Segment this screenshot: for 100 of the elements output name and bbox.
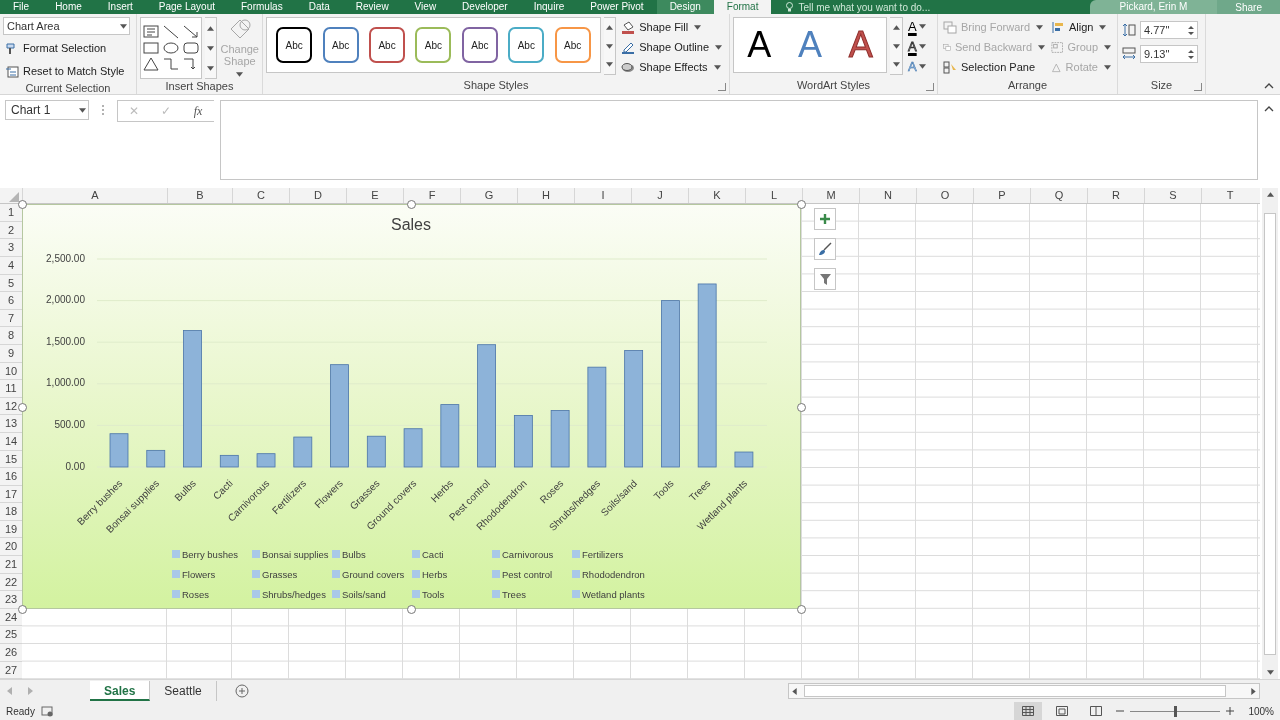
legend-item[interactable]: Flowers <box>172 569 216 581</box>
shape-style-swatch[interactable]: Abc <box>508 27 545 63</box>
resize-handle[interactable] <box>407 605 416 615</box>
column-header[interactable]: Q <box>1030 188 1087 204</box>
shape-styles-gallery[interactable]: Abc Abc Abc Abc Abc Abc Abc <box>266 17 601 73</box>
ribbon-tab[interactable]: File <box>0 0 43 14</box>
bar[interactable] <box>550 410 570 468</box>
bar[interactable] <box>661 300 680 468</box>
legend-item[interactable]: Roses <box>172 589 209 601</box>
resize-handle[interactable] <box>407 200 416 210</box>
wordart-style[interactable]: A <box>848 25 873 65</box>
column-header[interactable]: G <box>460 188 517 204</box>
column-header[interactable]: B <box>167 188 232 204</box>
column-header[interactable]: J <box>631 188 688 204</box>
previous-sheet-icon[interactable] <box>7 687 13 696</box>
shape-style-swatch[interactable]: Abc <box>322 27 359 63</box>
row-header[interactable]: 20 <box>0 538 22 557</box>
resize-handle[interactable] <box>797 605 806 615</box>
ribbon-tab[interactable]: Design <box>656 0 714 14</box>
chart-element-dropdown[interactable]: Chart Area <box>3 17 130 35</box>
dialog-launcher-icon[interactable] <box>926 83 934 91</box>
zoom-out-icon[interactable] <box>1116 707 1124 715</box>
row-header[interactable]: 8 <box>0 327 22 345</box>
text-format-button[interactable]: A <box>906 37 930 55</box>
ribbon-tab[interactable]: Data <box>295 0 343 14</box>
row-header[interactable]: 25 <box>0 626 22 645</box>
wordart-style[interactable]: A <box>797 25 822 65</box>
collapse-ribbon-icon[interactable] <box>1264 83 1274 89</box>
legend-item[interactable]: Cacti <box>412 549 444 561</box>
zoom-in-icon[interactable] <box>1226 707 1234 715</box>
ribbon-command-button[interactable]: Shape Effects <box>619 57 726 77</box>
legend-item[interactable]: Berry bushes <box>172 549 238 561</box>
shape-width-field[interactable]: 9.13" <box>1140 45 1198 63</box>
ribbon-tab[interactable]: Developer <box>449 0 521 14</box>
add-sheet-icon[interactable] <box>234 684 249 699</box>
chart-filters-button[interactable] <box>814 268 836 291</box>
ribbon-tab[interactable]: Formulas <box>228 0 296 14</box>
shape-height-field[interactable]: 4.77" <box>1140 21 1198 39</box>
bar[interactable] <box>146 450 166 468</box>
bar[interactable] <box>587 366 607 468</box>
legend-item[interactable]: Fertilizers <box>572 549 624 561</box>
column-header[interactable]: P <box>973 188 1030 204</box>
column-header[interactable]: T <box>1201 188 1258 204</box>
ribbon-command-button[interactable]: Shape Fill <box>619 17 726 37</box>
ribbon-tab[interactable]: Home <box>42 0 95 14</box>
normal-view-button[interactable] <box>1014 702 1042 720</box>
ribbon-tab[interactable]: View <box>401 0 450 14</box>
ribbon-tab[interactable]: Power Pivot <box>577 0 657 14</box>
row-header[interactable]: 3 <box>0 239 22 257</box>
shape-style-swatch[interactable]: Abc <box>369 27 406 63</box>
row-header[interactable]: 26 <box>0 644 22 662</box>
bar[interactable] <box>183 330 202 468</box>
row-header[interactable]: 16 <box>0 468 22 486</box>
ribbon-tab[interactable]: Review <box>342 0 402 14</box>
collapse-formula-bar-icon[interactable] <box>1264 106 1274 112</box>
ribbon-command-button[interactable]: Shape Outline <box>619 37 726 57</box>
bar[interactable] <box>403 428 423 468</box>
ribbon-tab[interactable]: Format <box>713 0 772 14</box>
chart-styles-button[interactable] <box>814 238 836 261</box>
shapes-gallery[interactable] <box>140 17 203 79</box>
ribbon-command-button[interactable]: Selection Pane <box>941 57 1049 77</box>
resize-handle[interactable] <box>797 403 806 413</box>
legend-item[interactable]: Herbs <box>412 569 448 581</box>
bar[interactable] <box>624 350 644 468</box>
legend-item[interactable]: Bulbs <box>332 549 366 561</box>
chart-area[interactable] <box>22 204 801 610</box>
column-header[interactable]: S <box>1144 188 1201 204</box>
chart-elements-button[interactable] <box>814 208 836 231</box>
legend-item[interactable]: Wetland plants <box>572 589 645 601</box>
zoom-slider-thumb[interactable] <box>1174 705 1177 717</box>
legend-item[interactable]: Ground covers <box>332 569 405 581</box>
sheet-tab[interactable]: Seattle <box>150 681 217 702</box>
row-header[interactable]: 11 <box>0 380 22 398</box>
dialog-launcher-icon[interactable] <box>1194 83 1202 91</box>
resize-handle[interactable] <box>18 403 27 413</box>
shape-style-swatch[interactable]: Abc <box>276 27 313 63</box>
next-sheet-icon[interactable] <box>27 687 33 696</box>
column-header[interactable]: O <box>916 188 973 204</box>
column-header[interactable]: D <box>289 188 346 204</box>
wordart-style[interactable]: A <box>747 25 772 65</box>
sheet-tab[interactable]: Sales <box>90 681 151 702</box>
ribbon-tab[interactable]: Insert <box>94 0 146 14</box>
ribbon-command-button[interactable]: Format Selection <box>3 38 133 58</box>
ribbon-command-button[interactable]: Reset to Match Style <box>3 61 133 81</box>
row-header[interactable]: 1 <box>0 204 22 222</box>
legend-item[interactable]: Bonsai supplies <box>252 549 329 561</box>
resize-handle[interactable] <box>18 200 27 210</box>
column-header[interactable]: I <box>574 188 631 204</box>
formula-field[interactable] <box>220 100 1258 180</box>
legend-item[interactable]: Tools <box>412 589 445 601</box>
bar[interactable] <box>366 436 386 468</box>
row-header[interactable]: 23 <box>0 591 22 609</box>
tell-me-field[interactable]: Tell me what you want to do... <box>785 1 931 13</box>
bar[interactable] <box>513 415 533 468</box>
column-header[interactable]: H <box>517 188 574 204</box>
legend-item[interactable]: Rhododendron <box>572 569 645 581</box>
dialog-launcher-icon[interactable] <box>718 83 726 91</box>
ribbon-tab[interactable]: Inquire <box>520 0 578 14</box>
bar[interactable] <box>440 404 460 468</box>
resize-handle[interactable] <box>18 605 27 615</box>
